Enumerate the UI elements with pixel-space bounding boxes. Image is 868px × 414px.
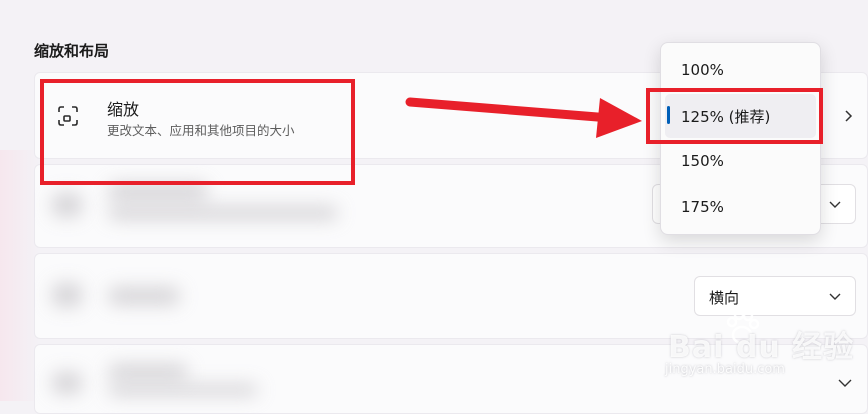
watermark-url: jingyan.baidu.com bbox=[665, 362, 785, 377]
annotation-box-selected-option bbox=[646, 88, 823, 144]
orientation-value: 横向 bbox=[709, 289, 740, 307]
annotation-box-zoom-setting bbox=[40, 79, 355, 185]
chevron-down-icon bbox=[829, 293, 841, 300]
zoom-option-100[interactable]: 100% bbox=[681, 61, 724, 79]
blurred-icon bbox=[52, 193, 82, 217]
blurred-text bbox=[108, 364, 188, 380]
blurred-text bbox=[108, 206, 338, 220]
blurred-text bbox=[108, 287, 180, 305]
annotation-arrow-icon bbox=[405, 97, 642, 138]
chevron-down-icon bbox=[829, 201, 841, 208]
chevron-right-icon[interactable] bbox=[842, 108, 854, 124]
blurred-icon bbox=[52, 283, 82, 307]
blurred-icon bbox=[52, 372, 82, 394]
chevron-down-icon[interactable] bbox=[838, 378, 852, 388]
section-title: 缩放和布局 bbox=[34, 42, 110, 60]
orientation-dropdown[interactable]: 横向 bbox=[694, 276, 856, 316]
blurred-text bbox=[108, 183, 208, 201]
watermark-logo: Bai du 经验 bbox=[668, 330, 855, 365]
zoom-option-150[interactable]: 150% bbox=[681, 152, 724, 170]
blurred-text bbox=[108, 384, 258, 396]
zoom-option-175[interactable]: 175% bbox=[681, 198, 724, 216]
